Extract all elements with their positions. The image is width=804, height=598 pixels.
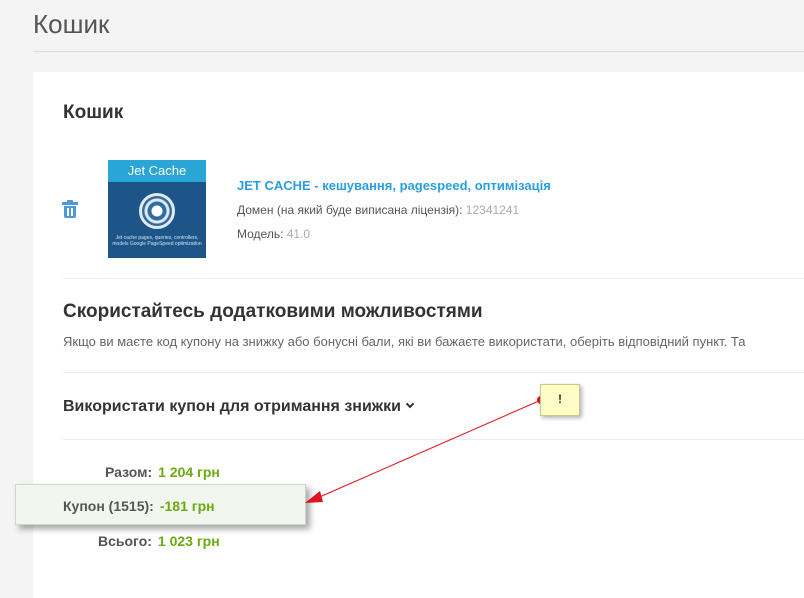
cart-title: Кошик [63, 102, 124, 123]
total-value: 1 023 грн [157, 533, 220, 549]
divider [63, 372, 804, 373]
domain-value: 12341241 [465, 203, 520, 217]
product-logo-icon [139, 193, 175, 229]
product-name-link[interactable]: JET CACHE - кешування, pagespeed, оптимі… [237, 178, 551, 193]
product-image-text: Jet cache pages, queries, controllers, m… [112, 235, 202, 247]
total-row: Всього: 1 023 грн [98, 533, 220, 549]
product-image-caption: Jet Cache [108, 160, 206, 182]
product-image[interactable]: Jet Cache Jet cache pages, queries, cont… [108, 160, 206, 258]
total-label: Всього: [98, 533, 152, 549]
domain-label: Домен (на який буде виписана ліцензія): [237, 203, 463, 217]
subtotal-value: 1 204 грн [158, 464, 220, 480]
divider [63, 439, 804, 440]
coupon-label: Купон (1515): [63, 498, 154, 514]
coupon-toggle-label: Використати купон для отримання знижки [63, 398, 401, 415]
chevron-down-icon [405, 399, 415, 409]
page-title: Кошик [33, 9, 110, 39]
subtotal-label: Разом: [105, 464, 153, 480]
model-value: 41.0 [286, 227, 311, 241]
product-model: Модель: 41.0 [237, 227, 310, 241]
model-label: Модель: [237, 227, 284, 241]
subtotal-row: Разом: 1 204 грн [105, 464, 220, 480]
coupon-row: Купон (1515): -181 грн [63, 498, 215, 514]
header-divider [33, 51, 804, 52]
delete-item-icon[interactable] [62, 200, 78, 218]
product-domain: Домен (на який буде виписана ліцензія): … [237, 203, 519, 217]
coupon-toggle-button[interactable]: Використати купон для отримання знижки [63, 398, 415, 416]
extras-title: Скористайтесь додатковими можливостями [63, 301, 483, 322]
divider [63, 278, 804, 279]
extras-description: Якщо ви маєте код купону на знижку або б… [63, 334, 746, 349]
coupon-value: -181 грн [159, 498, 215, 514]
annotation-note: ! [540, 384, 580, 416]
